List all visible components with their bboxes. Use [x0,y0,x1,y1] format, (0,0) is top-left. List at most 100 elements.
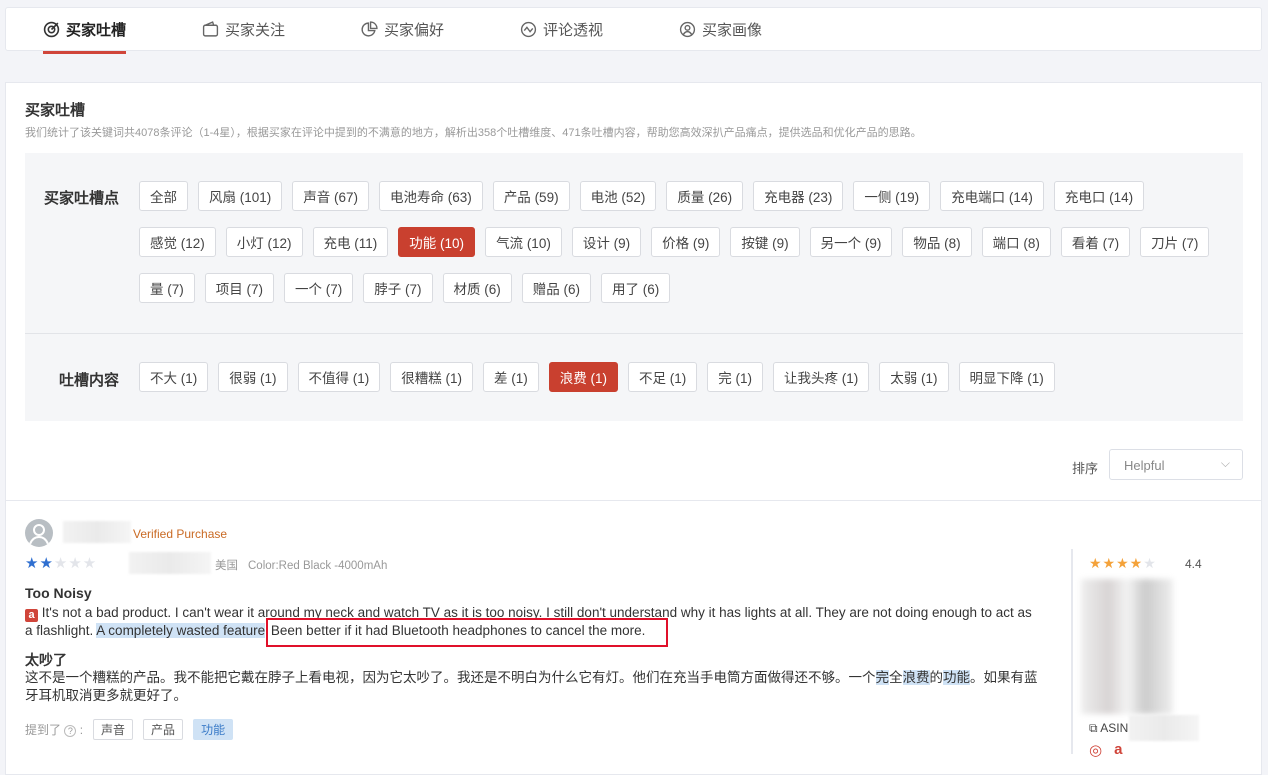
review-text: 全 [889,670,903,685]
product-image[interactable] [1081,579,1173,714]
filter-tag[interactable]: 电池 (52) [579,181,657,211]
tab-bar: 买家吐槽 买家关注 买家偏好 评论透视 买家画像 [5,7,1262,54]
product-panel: ★★★★★ 4.4 ⧉ ASIN ◎ a [1071,549,1241,759]
avatar [25,519,53,547]
filter-tag[interactable]: 价格 (9) [651,227,721,257]
filter-tag[interactable]: 脖子 (7) [363,273,433,303]
points-label: 买家吐槽点 [44,190,120,207]
tab-complaints[interactable]: 买家吐槽 [43,8,127,54]
filter-tag[interactable]: 感觉 (12) [139,227,216,257]
filter-tag[interactable]: 项目 (7) [204,273,274,303]
content-tags: 不大 (1) 很弱 (1) 不值得 (1) 很糟糕 (1) 差 (1) 浪费 (1) 不足 … [139,362,1229,392]
filter-tag[interactable]: 充电端口 (14) [940,181,1044,211]
blurred-username [63,521,131,543]
review-stars: ★★★★★ [25,555,98,572]
review-body-zh: 这不是一个糟糕的产品。我不能把它戴在脖子上看电视，因为它太吵了。我还是不明白为什… [25,669,1045,705]
sort-value: Helpful [1124,458,1165,473]
filter-tag-selected[interactable]: 功能 (10) [398,227,476,257]
tab-label: 买家吐槽 [66,22,127,39]
highlighted-text: 功能 [943,670,970,685]
product-rating: 4.4 [1185,557,1202,571]
trend-icon [520,21,537,38]
section-title: 买家吐槽 [25,102,86,119]
product-links: ◎ a [1089,741,1122,759]
highlighted-text: 浪费 [902,670,930,685]
tab-buyer-profile[interactable]: 买家画像 [679,8,762,51]
chevron-down-icon: ⌵ [1220,456,1230,470]
filter-tag[interactable]: 一侧 (19) [853,181,931,211]
mentioned-tag[interactable]: 声音 [93,719,134,740]
wallet-icon [202,21,219,37]
user-circle-icon [679,21,696,38]
tab-preferences[interactable]: 买家偏好 [361,8,444,51]
filter-tag[interactable]: 刀片 (7) [1140,227,1210,257]
filter-tag-selected[interactable]: 浪费 (1) [548,362,618,392]
filter-tag[interactable]: 气流 (10) [485,227,562,257]
review-body: a It's not a bad product. I can't wear i… [25,604,1040,647]
divider [6,500,1261,501]
filter-tag[interactable]: 赠品 (6) [521,273,591,303]
sort-select[interactable]: Helpful ⌵ [1109,449,1243,480]
filter-tag[interactable]: 差 (1) [483,362,539,392]
filter-tag[interactable]: 风扇 (101) [198,181,283,211]
filter-tag[interactable]: 电池寿命 (63) [379,181,483,211]
amazon-icon: a [25,609,38,622]
target-icon[interactable]: ◎ [1089,741,1102,759]
filter-tag[interactable]: 按键 (9) [730,227,800,257]
tab-label: 评论透视 [543,22,604,39]
filter-tag[interactable]: 全部 [139,181,188,211]
tab-label: 买家画像 [702,22,763,39]
tab-label: 买家偏好 [384,22,445,39]
filter-tag[interactable]: 不大 (1) [139,362,209,392]
sort-label: 排序 [1072,461,1099,476]
filter-tag[interactable]: 产品 (59) [492,181,570,211]
review-title: Too Noisy [25,585,92,601]
filter-tag[interactable]: 另一个 (9) [809,227,893,257]
filter-tag[interactable]: 不值得 (1) [297,362,381,392]
copy-icon[interactable]: ⧉ [1089,721,1098,735]
filter-tag[interactable]: 量 (7) [139,273,195,303]
filter-tag[interactable]: 看着 (7) [1060,227,1131,257]
verified-purchase: Verified Purchase [133,527,228,541]
review-text: 的 [929,670,944,685]
mentioned-tag-active[interactable]: 功能 [193,719,234,740]
filter-tag[interactable]: 太弱 (1) [879,362,949,392]
highlighted-text: A completely wasted feature [96,623,266,638]
section-description: 我们统计了该关键词共4078条评论（1-4星），根据买家在评论中提到的不满意的地… [25,127,922,139]
filter-tag[interactable]: 让我头疼 (1) [773,362,870,392]
review-text: 这不是一个糟糕的产品。我不能把它戴在脖子上看电视，因为它太吵了。我还是不明白为什… [25,670,876,685]
review-meta: 美国 Color:Red Black -4000mAh [215,557,387,573]
boxed-text: Been better if it had Bluetooth headphon… [265,618,669,647]
help-icon[interactable]: ? [64,725,77,737]
filter-tag[interactable]: 小灯 (12) [225,227,303,257]
blurred-asin [1129,715,1199,741]
review-title-zh: 太吵了 [25,652,67,668]
tab-review-insight[interactable]: 评论透视 [520,8,603,51]
filter-tag[interactable]: 很糟糕 (1) [390,362,473,392]
filter-tag[interactable]: 材质 (6) [442,273,512,303]
filter-tag[interactable]: 充电 (11) [312,227,389,257]
divider [25,333,1243,334]
filter-tag[interactable]: 充电器 (23) [753,181,844,211]
filter-tag[interactable]: 声音 (67) [292,181,370,211]
filter-tag[interactable]: 一个 (7) [284,273,354,303]
filter-tag[interactable]: 完 (1) [707,362,763,392]
filter-tag[interactable]: 充电口 (14) [1053,181,1145,211]
blurred-date [129,552,211,574]
mentioned-tag[interactable]: 产品 [143,719,184,740]
amazon-icon[interactable]: a [1114,741,1122,759]
tab-concerns[interactable]: 买家关注 [202,8,285,51]
product-stars: ★★★★★ [1089,555,1157,571]
mentioned-row: 提到了 ? : 声音 产品 功能 [25,719,234,740]
filter-tag[interactable]: 明显下降 (1) [958,362,1055,392]
highlighted-text: 完 [875,670,889,685]
filter-tag[interactable]: 很弱 (1) [218,362,288,392]
filter-tag[interactable]: 设计 (9) [571,227,642,257]
filter-tag[interactable]: 端口 (8) [981,227,1051,257]
filter-tag[interactable]: 质量 (26) [666,181,744,211]
filter-tag[interactable]: 物品 (8) [902,227,972,257]
mentioned-label: 提到了 ? : [25,723,84,737]
filter-tag[interactable]: 不足 (1) [628,362,698,392]
asin-label: ASIN [1100,721,1129,735]
filter-tag[interactable]: 用了 (6) [601,273,671,303]
